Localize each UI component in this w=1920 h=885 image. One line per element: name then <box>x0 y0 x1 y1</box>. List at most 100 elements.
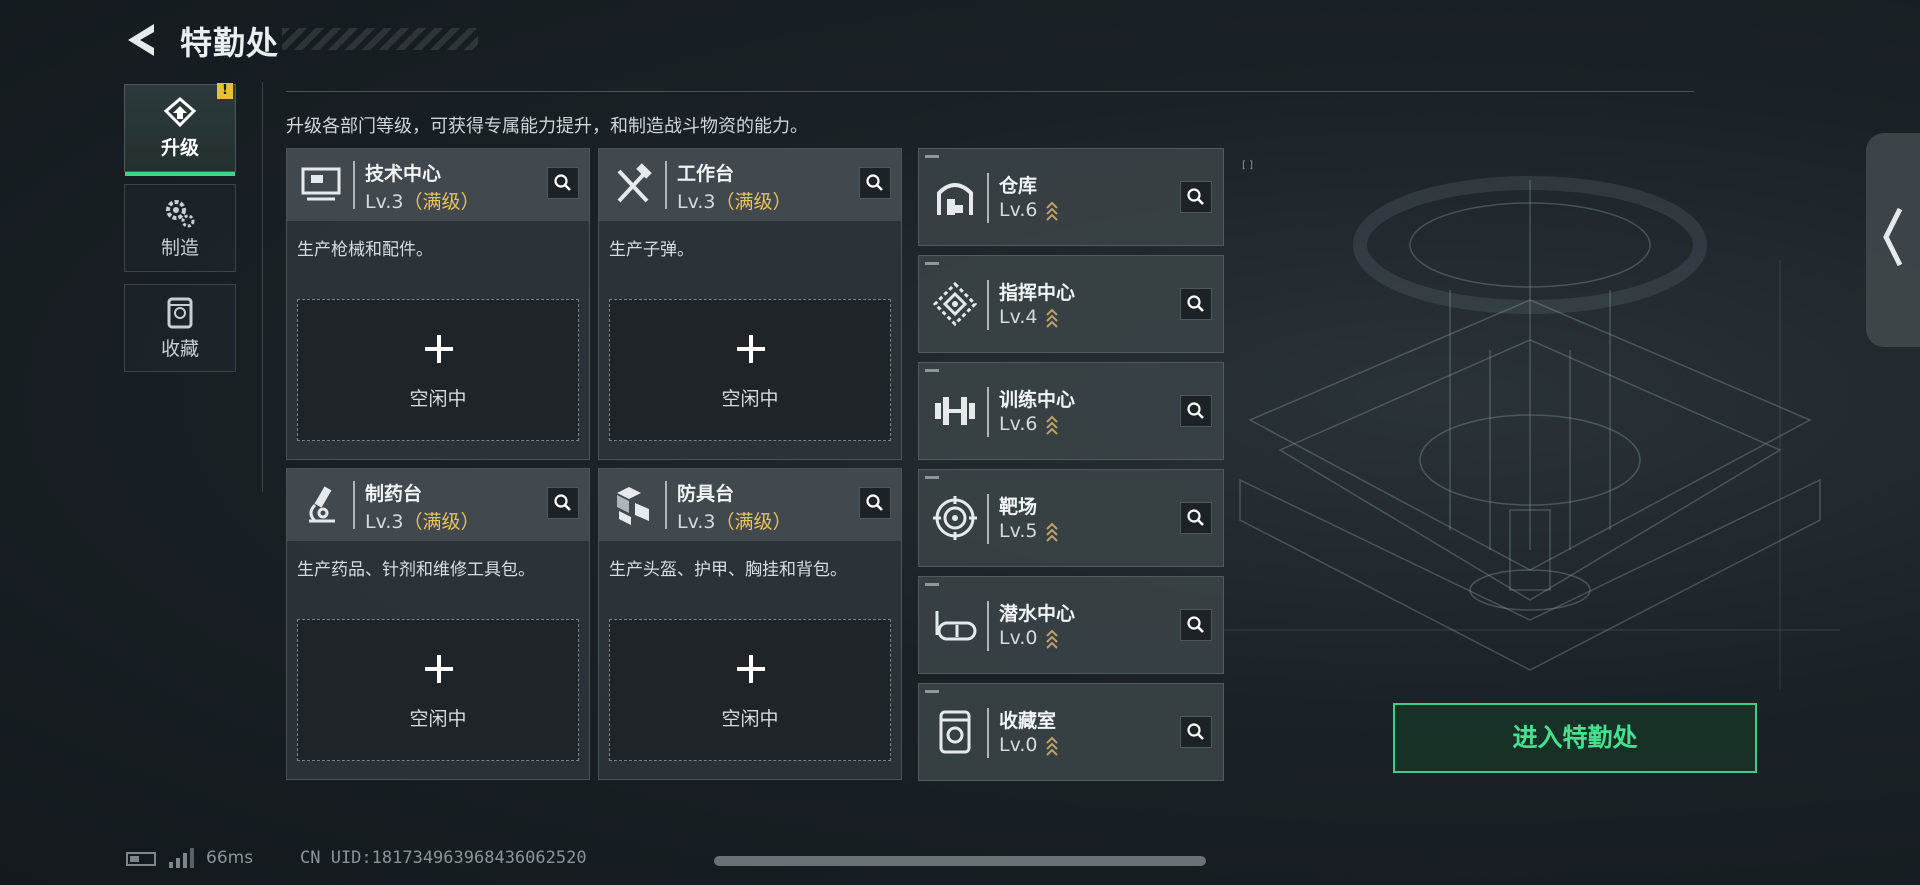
facility-level: Lv.6 <box>999 199 1059 222</box>
inspect-button[interactable] <box>1180 181 1212 213</box>
facility-diving-center[interactable]: 潜水中心 Lv.0 <box>918 576 1224 674</box>
plus-icon <box>425 655 453 683</box>
facility-name: 指挥中心 <box>999 282 1076 304</box>
inspect-button[interactable] <box>859 167 891 199</box>
facility-level: Lv.6 <box>999 413 1059 436</box>
station-level: Lv.3（满级） <box>365 191 480 213</box>
upgrade-chevrons-icon <box>1046 522 1059 542</box>
facility-shooting-range[interactable]: 靶场 Lv.5 <box>918 469 1224 567</box>
search-icon <box>1187 616 1204 633</box>
plus-icon <box>737 335 765 363</box>
back-arrow-icon[interactable] <box>124 20 164 60</box>
divider <box>262 82 263 492</box>
upgrade-chevrons-icon <box>1046 629 1059 649</box>
home-indicator[interactable] <box>714 856 1206 866</box>
search-icon <box>1187 509 1204 526</box>
station-level: Lv.3（满级） <box>677 511 792 533</box>
alert-badge: ! <box>217 83 233 99</box>
search-icon <box>1187 295 1204 312</box>
maxed-label: （满级） <box>403 191 480 213</box>
facility-command-center[interactable]: 指挥中心 Lv.4 <box>918 255 1224 353</box>
facility-name: 仓库 <box>999 175 1038 197</box>
inspect-button[interactable] <box>1180 716 1212 748</box>
command-icon <box>932 281 978 327</box>
ping-value: 66ms <box>206 848 254 868</box>
station-description: 生产子弹。 <box>609 240 694 260</box>
facility-level: Lv.4 <box>999 306 1059 329</box>
user-uid: CN UID:181734963968436062520 <box>300 848 587 868</box>
search-icon <box>554 494 571 511</box>
production-slot[interactable]: 空闲中 <box>297 619 579 761</box>
title-decoration <box>282 28 478 50</box>
production-slot[interactable]: 空闲中 <box>609 299 891 441</box>
plus-icon <box>737 655 765 683</box>
inspect-button[interactable] <box>547 167 579 199</box>
tab-crafting[interactable]: 制造 <box>124 184 236 272</box>
collection-icon <box>167 297 193 328</box>
chevron-left-icon <box>1883 207 1903 267</box>
station-card-armor: 防具台 Lv.3（满级） 生产头盔、护甲、胸挂和背包。 空闲中 <box>598 468 902 780</box>
card-header: 制药台 Lv.3（满级） <box>287 469 589 541</box>
section-description: 升级各部门等级，可获得专属能力提升，和制造战斗物资的能力。 <box>286 116 808 137</box>
station-name: 防具台 <box>677 483 735 505</box>
signal-icon <box>169 848 194 868</box>
production-slot[interactable]: 空闲中 <box>297 299 579 441</box>
station-name: 技术中心 <box>365 163 442 185</box>
search-icon <box>554 174 571 191</box>
inspect-button[interactable] <box>1180 609 1212 641</box>
production-slot[interactable]: 空闲中 <box>609 619 891 761</box>
station-card-tech-center: 技术中心 Lv.3（满级） 生产枪械和配件。 空闲中 <box>286 148 590 460</box>
tab-upgrade-label: 升级 <box>160 136 199 159</box>
active-tab-indicator <box>125 172 235 176</box>
station-name: 制药台 <box>365 483 423 505</box>
dumbbell-icon <box>935 397 975 425</box>
station-card-workbench: 工作台 Lv.3（满级） 生产子弹。 空闲中 <box>598 148 902 460</box>
tab-upgrade[interactable]: ! 升级 <box>124 83 236 176</box>
facility-name: 潜水中心 <box>999 603 1076 625</box>
facility-training-center[interactable]: 训练中心 Lv.6 <box>918 362 1224 460</box>
facility-collection-room[interactable]: 收藏室 Lv.0 <box>918 683 1224 781</box>
facility-warehouse[interactable]: 仓库 Lv.6 <box>918 148 1224 246</box>
facility-name: 收藏室 <box>999 710 1057 732</box>
page-title: 特勤处 <box>180 24 280 62</box>
facility-name: 训练中心 <box>999 389 1076 411</box>
facility-name: 靶场 <box>999 496 1038 518</box>
tab-collection[interactable]: 收藏 <box>124 284 236 372</box>
armor-boxes-icon <box>617 487 649 525</box>
search-icon <box>1187 402 1204 419</box>
enter-special-ops-button[interactable]: 进入特勤处 <box>1393 703 1757 773</box>
search-icon <box>866 174 883 191</box>
search-icon <box>1187 188 1204 205</box>
maxed-label: （满级） <box>403 511 480 533</box>
side-panel-toggle[interactable] <box>1866 133 1920 347</box>
station-level: Lv.3（满级） <box>365 511 480 533</box>
facility-level: Lv.0 <box>999 734 1059 757</box>
inspect-button[interactable] <box>859 487 891 519</box>
facility-level: Lv.5 <box>999 520 1059 543</box>
search-icon <box>866 494 883 511</box>
inspect-button[interactable] <box>547 487 579 519</box>
card-header: 工作台 Lv.3（满级） <box>599 149 901 221</box>
card-header: 技术中心 Lv.3（满级） <box>287 149 589 221</box>
maxed-label: （满级） <box>715 191 792 213</box>
facility-level: Lv.0 <box>999 627 1059 650</box>
upgrade-chevrons-icon <box>1046 308 1059 328</box>
collection-icon <box>939 710 971 754</box>
goggles-icon <box>935 611 977 641</box>
base-blueprint-illustration <box>1220 176 1840 690</box>
slot-status: 空闲中 <box>409 708 467 730</box>
station-description: 生产药品、针剂和维修工具包。 <box>297 560 535 580</box>
blueprint-scale-label: [ ] <box>1242 160 1253 171</box>
warehouse-icon <box>937 183 973 215</box>
inspect-button[interactable] <box>1180 288 1212 320</box>
upgrade-icon <box>163 96 197 127</box>
gears-icon <box>166 199 195 227</box>
station-description: 生产枪械和配件。 <box>297 240 433 260</box>
inspect-button[interactable] <box>1180 502 1212 534</box>
upgrade-chevrons-icon <box>1046 415 1059 435</box>
inspect-button[interactable] <box>1180 395 1212 427</box>
microscope-icon <box>309 486 335 523</box>
station-description: 生产头盔、护甲、胸挂和背包。 <box>609 560 847 580</box>
slot-status: 空闲中 <box>721 388 779 410</box>
slot-status: 空闲中 <box>409 388 467 410</box>
